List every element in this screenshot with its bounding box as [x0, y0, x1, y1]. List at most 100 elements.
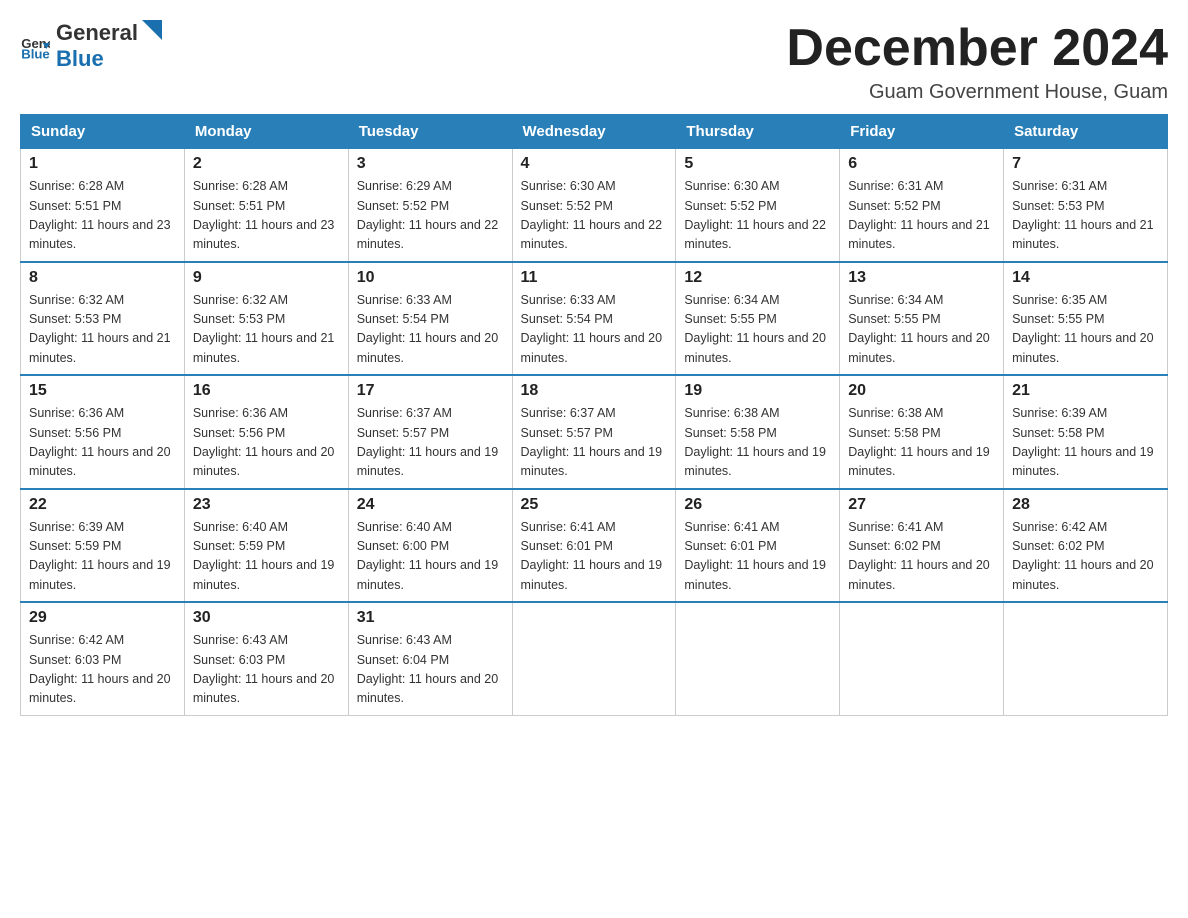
- day-number: 19: [684, 382, 831, 400]
- calendar-week-4: 22 Sunrise: 6:39 AMSunset: 5:59 PMDayligh…: [21, 489, 1168, 603]
- calendar-cell: [676, 602, 840, 715]
- calendar-cell: 10Sunrise: 6:33 AMSunset: 5:54 PMDayligh…: [348, 262, 512, 376]
- calendar-cell: 16 Sunrise: 6:36 AMSunset: 5:56 PMDayligh…: [184, 375, 348, 489]
- calendar-cell: 20 Sunrise: 6:38 AMSunset: 5:58 PMDayligh…: [840, 375, 1004, 489]
- day-info: Sunrise: 6:34 AMSunset: 5:55 PMDaylight:…: [684, 291, 831, 369]
- day-info: Sunrise: 6:35 AMSunset: 5:55 PMDaylight:…: [1012, 291, 1159, 369]
- calendar-cell: 5Sunrise: 6:30 AMSunset: 5:52 PMDaylight…: [676, 149, 840, 262]
- day-info: Sunrise: 6:36 AMSunset: 5:56 PMDaylight:…: [193, 404, 340, 482]
- weekday-header-wednesday: Wednesday: [512, 115, 676, 149]
- calendar-cell: 3 Sunrise: 6:29 AMSunset: 5:52 PMDaylight…: [348, 149, 512, 262]
- calendar-week-5: 29Sunrise: 6:42 AMSunset: 6:03 PMDayligh…: [21, 602, 1168, 715]
- calendar-cell: [840, 602, 1004, 715]
- day-number: 8: [29, 269, 176, 287]
- day-number: 22: [29, 496, 176, 514]
- calendar-cell: 4Sunrise: 6:30 AMSunset: 5:52 PMDaylight…: [512, 149, 676, 262]
- title-section: December 2024 Guam Government House, Gua…: [786, 20, 1168, 104]
- day-number: 3: [357, 155, 504, 173]
- weekday-header-friday: Friday: [840, 115, 1004, 149]
- calendar-cell: 23Sunrise: 6:40 AMSunset: 5:59 PMDayligh…: [184, 489, 348, 603]
- day-number: 27: [848, 496, 995, 514]
- day-number: 16: [193, 382, 340, 400]
- day-info: Sunrise: 6:33 AMSunset: 5:54 PMDaylight:…: [357, 291, 504, 369]
- day-info: Sunrise: 6:31 AMSunset: 5:52 PMDaylight:…: [848, 177, 995, 255]
- logo: General Blue General Blue: [20, 20, 162, 72]
- calendar-cell: 7 Sunrise: 6:31 AMSunset: 5:53 PMDaylight…: [1004, 149, 1168, 262]
- day-info: Sunrise: 6:29 AMSunset: 5:52 PMDaylight:…: [357, 177, 504, 255]
- calendar-week-3: 15 Sunrise: 6:36 AMSunset: 5:56 PMDayligh…: [21, 375, 1168, 489]
- day-info: Sunrise: 6:32 AMSunset: 5:53 PMDaylight:…: [193, 291, 340, 369]
- calendar-cell: 31 Sunrise: 6:43 AMSunset: 6:04 PMDayligh…: [348, 602, 512, 715]
- day-number: 28: [1012, 496, 1159, 514]
- day-number: 26: [684, 496, 831, 514]
- calendar-cell: [512, 602, 676, 715]
- calendar-cell: 22 Sunrise: 6:39 AMSunset: 5:59 PMDayligh…: [21, 489, 185, 603]
- day-number: 17: [357, 382, 504, 400]
- day-number: 20: [848, 382, 995, 400]
- calendar-cell: 17 Sunrise: 6:37 AMSunset: 5:57 PMDayligh…: [348, 375, 512, 489]
- calendar-cell: 28 Sunrise: 6:42 AMSunset: 6:02 PMDayligh…: [1004, 489, 1168, 603]
- day-info: Sunrise: 6:31 AMSunset: 5:53 PMDaylight:…: [1012, 177, 1159, 255]
- day-info: Sunrise: 6:43 AMSunset: 6:03 PMDaylight:…: [193, 631, 340, 709]
- page-header: General Blue General Blue December 2024 …: [20, 20, 1168, 104]
- weekday-header-row: SundayMondayTuesdayWednesdayThursdayFrid…: [21, 115, 1168, 149]
- day-info: Sunrise: 6:40 AMSunset: 6:00 PMDaylight:…: [357, 518, 504, 596]
- day-number: 7: [1012, 155, 1159, 173]
- day-number: 24: [357, 496, 504, 514]
- day-number: 18: [521, 382, 668, 400]
- calendar-cell: 9Sunrise: 6:32 AMSunset: 5:53 PMDaylight…: [184, 262, 348, 376]
- calendar-cell: 1Sunrise: 6:28 AMSunset: 5:51 PMDaylight…: [21, 149, 185, 262]
- weekday-header-saturday: Saturday: [1004, 115, 1168, 149]
- weekday-header-sunday: Sunday: [21, 115, 185, 149]
- day-info: Sunrise: 6:42 AMSunset: 6:02 PMDaylight:…: [1012, 518, 1159, 596]
- svg-text:Blue: Blue: [21, 47, 50, 61]
- day-info: Sunrise: 6:34 AMSunset: 5:55 PMDaylight:…: [848, 291, 995, 369]
- calendar-subtitle: Guam Government House, Guam: [786, 81, 1168, 104]
- logo-blue-text: Blue: [56, 46, 104, 71]
- day-info: Sunrise: 6:40 AMSunset: 5:59 PMDaylight:…: [193, 518, 340, 596]
- day-info: Sunrise: 6:39 AMSunset: 5:59 PMDaylight:…: [29, 518, 176, 596]
- day-number: 21: [1012, 382, 1159, 400]
- calendar-week-1: 1Sunrise: 6:28 AMSunset: 5:51 PMDaylight…: [21, 149, 1168, 262]
- day-info: Sunrise: 6:37 AMSunset: 5:57 PMDaylight:…: [357, 404, 504, 482]
- calendar-cell: 15 Sunrise: 6:36 AMSunset: 5:56 PMDayligh…: [21, 375, 185, 489]
- calendar-week-2: 8 Sunrise: 6:32 AMSunset: 5:53 PMDaylight…: [21, 262, 1168, 376]
- calendar-cell: 6Sunrise: 6:31 AMSunset: 5:52 PMDaylight…: [840, 149, 1004, 262]
- day-number: 25: [521, 496, 668, 514]
- logo-triangle-icon: [142, 20, 162, 40]
- day-info: Sunrise: 6:38 AMSunset: 5:58 PMDaylight:…: [684, 404, 831, 482]
- day-info: Sunrise: 6:39 AMSunset: 5:58 PMDaylight:…: [1012, 404, 1159, 482]
- calendar-cell: 14 Sunrise: 6:35 AMSunset: 5:55 PMDayligh…: [1004, 262, 1168, 376]
- calendar-cell: [1004, 602, 1168, 715]
- calendar-title: December 2024: [786, 20, 1168, 77]
- day-info: Sunrise: 6:30 AMSunset: 5:52 PMDaylight:…: [684, 177, 831, 255]
- day-info: Sunrise: 6:33 AMSunset: 5:54 PMDaylight:…: [521, 291, 668, 369]
- day-info: Sunrise: 6:28 AMSunset: 5:51 PMDaylight:…: [193, 177, 340, 255]
- calendar-cell: 2 Sunrise: 6:28 AMSunset: 5:51 PMDaylight…: [184, 149, 348, 262]
- day-info: Sunrise: 6:43 AMSunset: 6:04 PMDaylight:…: [357, 631, 504, 709]
- day-number: 14: [1012, 269, 1159, 287]
- day-info: Sunrise: 6:37 AMSunset: 5:57 PMDaylight:…: [521, 404, 668, 482]
- calendar-cell: 21 Sunrise: 6:39 AMSunset: 5:58 PMDayligh…: [1004, 375, 1168, 489]
- day-number: 13: [848, 269, 995, 287]
- calendar-cell: 24 Sunrise: 6:40 AMSunset: 6:00 PMDayligh…: [348, 489, 512, 603]
- calendar-cell: 11 Sunrise: 6:33 AMSunset: 5:54 PMDayligh…: [512, 262, 676, 376]
- day-info: Sunrise: 6:30 AMSunset: 5:52 PMDaylight:…: [521, 177, 668, 255]
- calendar-cell: 8 Sunrise: 6:32 AMSunset: 5:53 PMDaylight…: [21, 262, 185, 376]
- day-info: Sunrise: 6:32 AMSunset: 5:53 PMDaylight:…: [29, 291, 176, 369]
- calendar-cell: 12Sunrise: 6:34 AMSunset: 5:55 PMDayligh…: [676, 262, 840, 376]
- day-number: 11: [521, 269, 668, 287]
- day-number: 15: [29, 382, 176, 400]
- calendar-cell: 18 Sunrise: 6:37 AMSunset: 5:57 PMDayligh…: [512, 375, 676, 489]
- day-info: Sunrise: 6:42 AMSunset: 6:03 PMDaylight:…: [29, 631, 176, 709]
- day-info: Sunrise: 6:41 AMSunset: 6:01 PMDaylight:…: [521, 518, 668, 596]
- day-number: 30: [193, 609, 340, 627]
- day-info: Sunrise: 6:38 AMSunset: 5:58 PMDaylight:…: [848, 404, 995, 482]
- day-info: Sunrise: 6:28 AMSunset: 5:51 PMDaylight:…: [29, 177, 176, 255]
- day-number: 2: [193, 155, 340, 173]
- weekday-header-tuesday: Tuesday: [348, 115, 512, 149]
- day-info: Sunrise: 6:36 AMSunset: 5:56 PMDaylight:…: [29, 404, 176, 482]
- weekday-header-thursday: Thursday: [676, 115, 840, 149]
- day-number: 31: [357, 609, 504, 627]
- calendar-cell: 29Sunrise: 6:42 AMSunset: 6:03 PMDayligh…: [21, 602, 185, 715]
